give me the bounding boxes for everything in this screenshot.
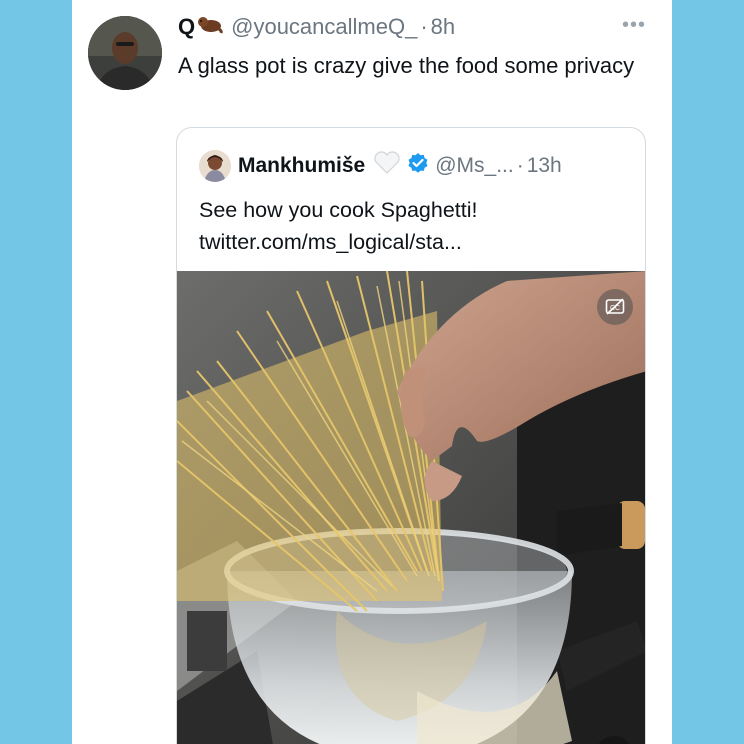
display-name[interactable]: Q [178, 14, 195, 40]
video-thumbnail[interactable]: CC [177, 271, 645, 744]
separator-dot: · [516, 154, 524, 177]
quoted-tweet-text: See how you cook Spaghetti! twitter.com/… [199, 194, 629, 258]
white-heart-icon [373, 151, 401, 181]
captions-icon[interactable]: CC [597, 289, 633, 325]
tweet-header: Q @youcancallmeQ_ · 8h [178, 14, 455, 40]
quoted-user-handle[interactable]: @Ms_... [435, 154, 514, 178]
quoted-avatar[interactable] [199, 150, 231, 182]
tweet-card[interactable]: Q @youcancallmeQ_ · 8h ••• A glass pot i… [72, 0, 672, 744]
quoted-tweet-header: Mankhumiše @Ms_... · 13h [199, 150, 562, 182]
quoted-tweet-link[interactable]: twitter.com/ms_logical/sta... [199, 226, 629, 258]
more-dots-icon[interactable]: ••• [622, 14, 646, 37]
quoted-timestamp[interactable]: 13h [527, 154, 562, 178]
separator-dot: · [420, 14, 428, 39]
user-handle[interactable]: @youcancallmeQ_ [231, 14, 417, 40]
quoted-tweet-body: See how you cook Spaghetti! [199, 198, 478, 222]
quoted-display-name[interactable]: Mankhumiše [238, 154, 365, 178]
tweet-text: A glass pot is crazy give the food some … [178, 53, 635, 78]
quoted-tweet[interactable]: Mankhumiše @Ms_... · 13h See how you coo… [176, 127, 646, 744]
otter-emoji-icon [197, 14, 223, 40]
avatar[interactable] [88, 16, 162, 90]
verified-badge-icon [407, 152, 429, 180]
timestamp[interactable]: 8h [431, 14, 455, 40]
